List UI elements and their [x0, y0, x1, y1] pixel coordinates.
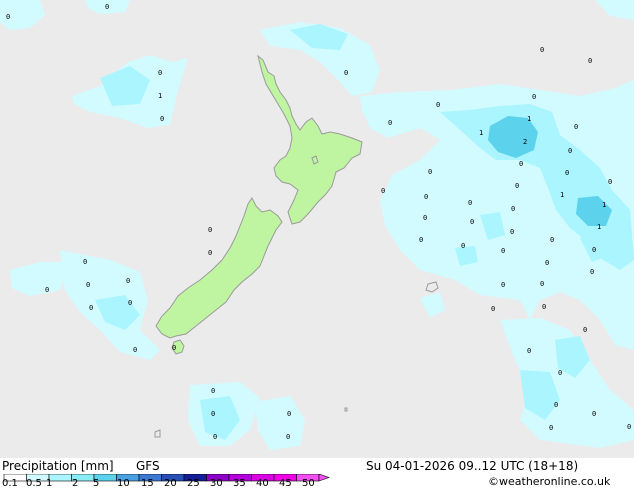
precip-marker: 0 [545, 259, 550, 267]
precip-marker: 0 [86, 281, 91, 289]
precip-marker: 0 [381, 187, 386, 195]
precip-marker: 0 [558, 369, 563, 377]
precip-marker: 0 [172, 344, 177, 352]
precip-marker: 0 [608, 178, 613, 186]
scale-label: 0.5 [26, 478, 42, 489]
precip-marker: 0 [211, 387, 216, 395]
scale-label: 35 [233, 478, 246, 489]
precip-marker: 0 [89, 304, 94, 312]
precip-marker: 0 [344, 69, 349, 77]
precip-marker: 0 [419, 236, 424, 244]
precip-marker: 0 [519, 160, 524, 168]
precip-marker: 1 [158, 92, 163, 100]
scale-label: 40 [256, 478, 269, 489]
precipitation-map: 0 0 0 1 0 0 0 0 0 0 1 0 0 1 2 0 0 0 0 0 0 0 1 0 0 1 0 0 0 1 0 0 0 0 0 0 0 0 0 0… [0, 0, 634, 458]
precip-marker: 0 [511, 205, 516, 213]
precip-marker: 0 [532, 93, 537, 101]
precip-marker: 0 [160, 115, 165, 123]
precip-marker: 0 [211, 410, 216, 418]
scale-label: 5 [93, 478, 100, 489]
scale-label: 50 [302, 478, 315, 489]
precip-marker: 1 [602, 201, 607, 209]
precip-marker: 0 [565, 169, 570, 177]
precip-marker: 0 [627, 423, 632, 431]
precip-marker: 0 [158, 69, 163, 77]
scale-label: 1 [46, 478, 53, 489]
precip-marker: 1 [597, 223, 602, 231]
precip-marker: 0 [540, 46, 545, 54]
precip-marker: 0 [213, 433, 218, 441]
precip-marker: 0 [461, 242, 466, 250]
precip-marker: 0 [574, 123, 579, 131]
precip-marker: 0 [549, 424, 554, 432]
precip-marker: 1 [479, 129, 484, 137]
precip-marker: 0 [436, 101, 441, 109]
precip-marker: 0 [126, 277, 131, 285]
precip-marker: 0 [592, 246, 597, 254]
scale-swatch [48, 474, 72, 482]
precip-marker: 0 [208, 249, 213, 257]
scale-label: 45 [279, 478, 292, 489]
scale-label: 0.1 [2, 478, 18, 489]
precip-marker: 0 [550, 236, 555, 244]
precip-marker: 0 [388, 119, 393, 127]
precip-marker: 0 [540, 280, 545, 288]
precip-marker: 0 [128, 299, 133, 307]
precip-marker: 0 [568, 147, 573, 155]
valid-datetime: Su 04-01-2026 09..12 UTC (18+18) [366, 459, 579, 473]
precip-marker: 0 [286, 433, 291, 441]
scale-arrow [318, 474, 330, 482]
precip-marker: 0 [592, 410, 597, 418]
precip-marker: 1 [527, 115, 532, 123]
precip-marker: 0 [542, 303, 547, 311]
precip-marker: 0 [45, 286, 50, 294]
precip-marker: 0 [468, 199, 473, 207]
precip-marker: 0 [583, 326, 588, 334]
precip-marker: 0 [105, 3, 110, 11]
precip-marker: 2 [523, 138, 528, 146]
precip-marker: 0 [208, 226, 213, 234]
product-label: Precipitation [mm] [2, 459, 114, 473]
scale-label: 30 [210, 478, 223, 489]
precip-marker: 0 [501, 281, 506, 289]
scale-label: 20 [164, 478, 177, 489]
precip-marker: 0 [133, 346, 138, 354]
copyright-link[interactable]: ©weatheronline.co.uk [488, 475, 610, 488]
precip-marker: 0 [491, 305, 496, 313]
precip-marker: 0 [424, 193, 429, 201]
precip-marker: 1 [560, 191, 565, 199]
precip-marker: 0 [554, 401, 559, 409]
scale-label: 2 [72, 478, 79, 489]
precip-marker: 0 [510, 228, 515, 236]
precip-marker: 0 [515, 182, 520, 190]
precip-marker: 0 [428, 168, 433, 176]
precip-marker: 0 [287, 410, 292, 418]
precip-marker: 0 [527, 347, 532, 355]
precip-marker: 0 [423, 214, 428, 222]
map-canvas [0, 0, 634, 458]
precip-marker: 0 [83, 258, 88, 266]
precip-marker: 0 [501, 247, 506, 255]
precip-marker: 0 [588, 57, 593, 65]
precip-marker: 0 [590, 268, 595, 276]
precip-marker: 0 [470, 218, 475, 226]
scale-label: 10 [117, 478, 130, 489]
precip-marker: 0 [6, 13, 11, 21]
scale-label: 25 [187, 478, 200, 489]
scale-label: 15 [141, 478, 154, 489]
footer-bar: 0.1 0.5 1 2 5 10 15 20 25 30 35 40 45 50 Precipitatio… [0, 458, 634, 490]
model-label: GFS [136, 459, 160, 473]
